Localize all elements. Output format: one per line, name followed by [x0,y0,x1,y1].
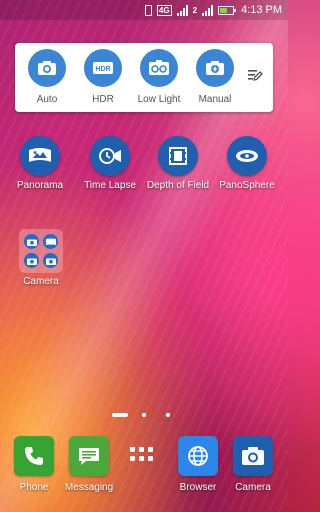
mode-manual-button[interactable]: Manual [187,49,243,105]
app-label: PanoSphere [219,180,275,191]
hdr-icon: HDR [84,49,122,87]
camera-icon [233,436,273,476]
dock-label: Messaging [64,482,114,493]
mode-label: Low Light [137,94,181,105]
edit-icon[interactable] [247,67,263,88]
depth-of-field-icon [158,136,198,176]
app-label: Time Lapse [84,180,136,191]
signal-strength-icon [176,4,188,16]
mode-label: Auto [36,94,58,105]
page-dot[interactable] [142,413,146,417]
mode-low-light-button[interactable]: Low Light [131,49,187,105]
dock-label: Phone [19,482,49,493]
status-bar[interactable]: 4G 2 4:13 PM [0,0,288,20]
phone-icon [14,436,54,476]
camera-mode-widget: Auto HDR HDR Low Light Manual [15,43,273,112]
messaging-icon [69,436,109,476]
mode-hdr-button[interactable]: HDR HDR [75,49,131,105]
app-label: Panorama [16,180,64,191]
dock-label: Browser [179,482,217,493]
battery-icon [218,5,237,15]
time-lapse-icon [90,136,130,176]
mode-auto-button[interactable]: Auto [19,49,75,105]
page-indicator [0,411,288,419]
svg-text:HDR: HDR [95,66,110,73]
signal-strength-icon-2 [202,4,214,16]
sim-indicator: 2 [192,5,198,15]
dock-browser[interactable]: Browser [168,436,228,493]
camera-icon [28,49,66,87]
network-type-badge: 4G [156,4,172,16]
camera-folder[interactable] [19,229,63,273]
page-dot-current [112,413,128,417]
globe-icon [178,436,218,476]
mode-label: Manual [198,94,232,105]
panosphere-icon [227,136,267,176]
camera-icon [43,253,58,268]
dock-messaging[interactable]: Messaging [59,436,119,493]
camera-icon [24,253,39,268]
dock-label: Camera [235,482,271,493]
low-light-icon [140,49,178,87]
camera-icon [24,234,39,249]
page-dot[interactable] [166,413,170,417]
app-depth-of-field[interactable]: Depth of Field [142,136,214,191]
app-panosphere[interactable]: PanoSphere [211,136,283,191]
all-apps-icon[interactable] [130,447,153,461]
dock-camera[interactable]: Camera [223,436,283,493]
mode-label: HDR [92,94,114,105]
clock: 4:13 PM [241,4,282,16]
app-time-lapse[interactable]: Time Lapse [74,136,146,191]
panorama-icon [43,234,58,249]
manual-camera-icon [196,49,234,87]
folder-label: Camera [23,276,59,287]
app-label: Depth of Field [146,180,210,191]
app-panorama[interactable]: Panorama [4,136,76,191]
panorama-icon [20,136,60,176]
dock-phone[interactable]: Phone [4,436,64,493]
vibrate-icon [144,4,152,16]
